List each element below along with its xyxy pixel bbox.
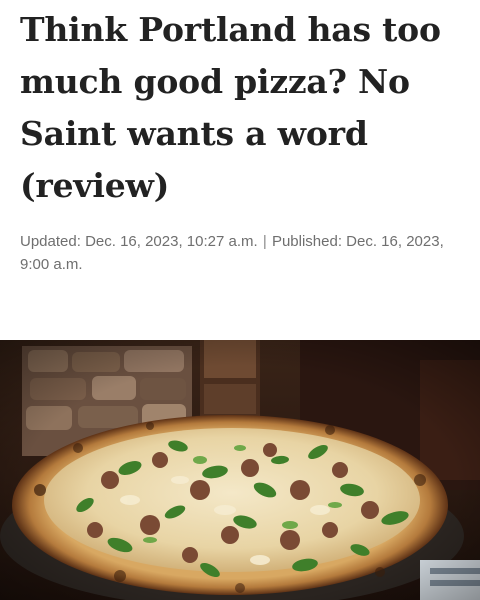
- updated-timestamp: Dec. 16, 2023, 10:27 a.m.: [85, 233, 258, 250]
- timestamp-separator: |: [262, 233, 267, 250]
- article-timestamps: Updated: Dec. 16, 2023, 10:27 a.m. | Pub…: [20, 230, 465, 276]
- published-label: Published:: [271, 233, 342, 250]
- article-headline: Think Portland has too much good pizza? …: [20, 10, 441, 205]
- article: Think Portland has too much good pizza? …: [0, 0, 480, 600]
- updated-label: Updated:: [20, 233, 81, 250]
- pizza-photo[interactable]: [0, 340, 480, 600]
